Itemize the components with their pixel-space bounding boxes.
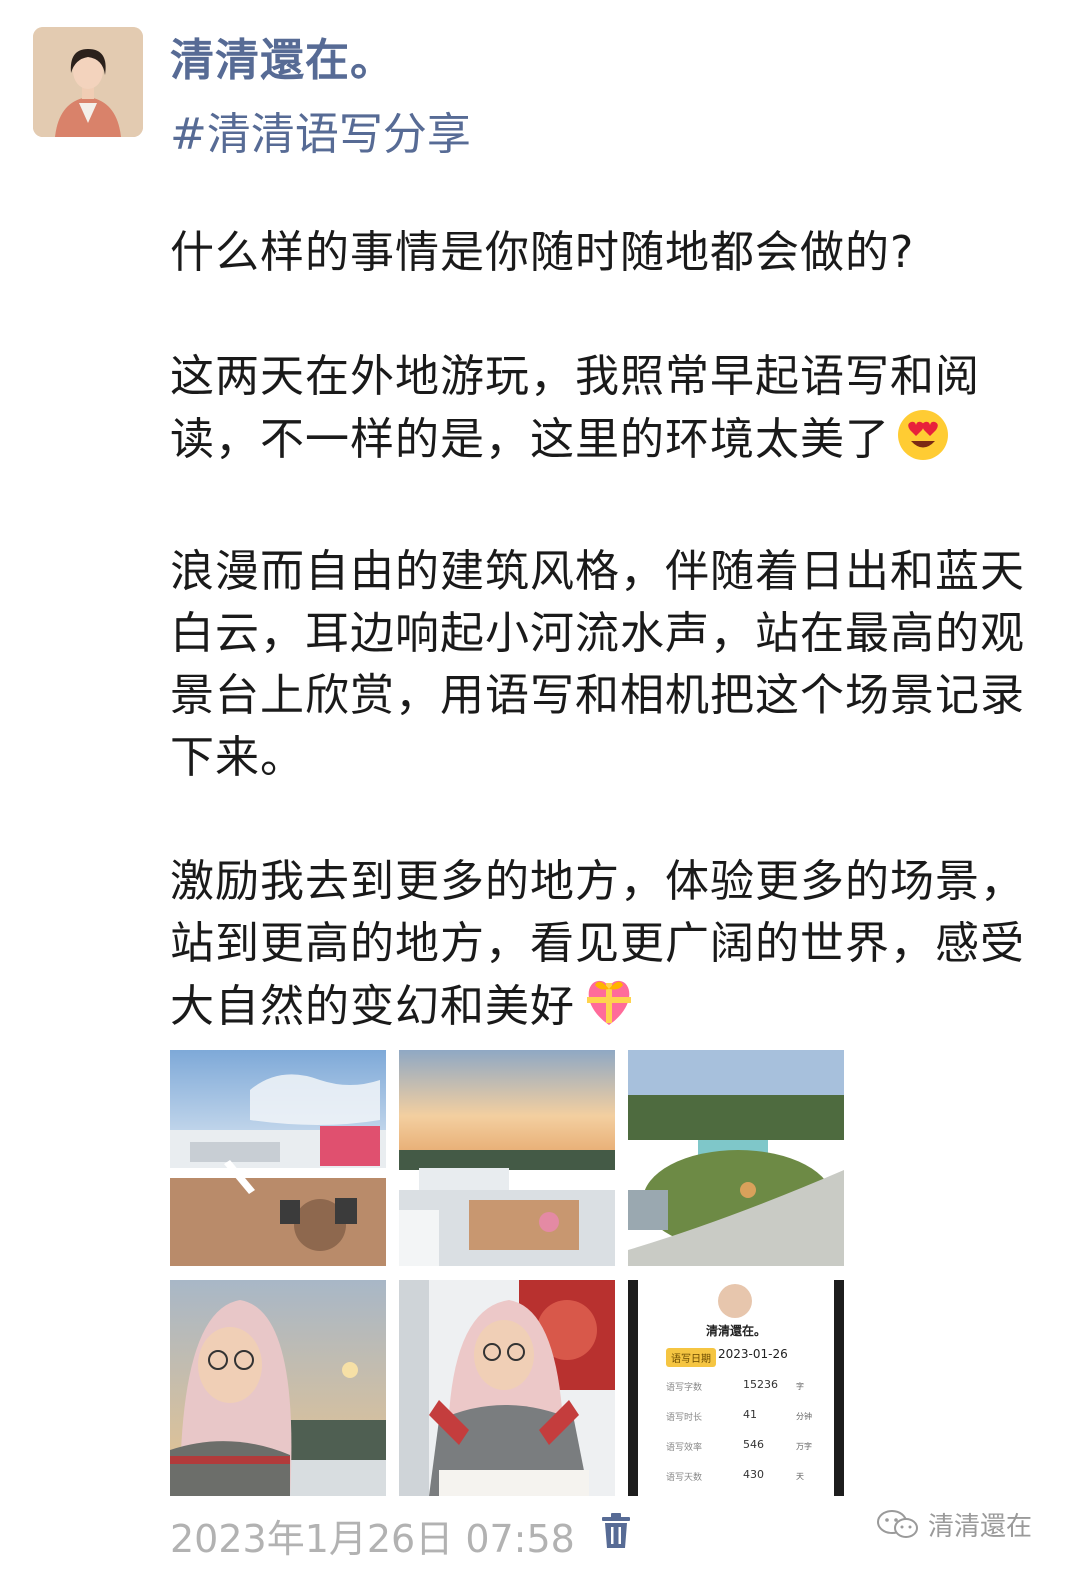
heart-eyes-emoji [896, 408, 950, 479]
photo-rooftop-terrace[interactable] [170, 1050, 386, 1266]
trash-icon[interactable] [598, 1512, 634, 1550]
stats-avatar [718, 1284, 752, 1318]
gift-heart-emoji [581, 975, 637, 1046]
photo-sunset-rooftop[interactable] [399, 1050, 615, 1266]
stats-label: 语写时长 [666, 1413, 703, 1423]
stats-value: 15236 [743, 1378, 778, 1391]
photo-selfie-sunset[interactable] [170, 1280, 386, 1496]
stats-unit: 字 [796, 1382, 804, 1391]
post-paragraph-text: 什么样的事情是你随时随地都会做的? [170, 227, 915, 278]
avatar[interactable] [33, 27, 143, 137]
photo-garden-pool[interactable] [628, 1050, 844, 1266]
stats-label: 语写天数 [666, 1473, 703, 1483]
photo-selfie-blanket[interactable] [399, 1280, 615, 1496]
post-paragraph: 浪漫而自由的建筑风格，伴随着日出和蓝天白云，耳边响起小河流水声，站在最高的观景台… [170, 541, 1030, 789]
username[interactable]: 清清還在。 [170, 24, 395, 88]
stats-row: 语写字数 15236 字 [666, 1378, 826, 1394]
watermark: 清清還在 [876, 1504, 1032, 1544]
stats-date-badge: 语写日期 [666, 1348, 716, 1367]
stats-unit: 分钟 [796, 1412, 812, 1421]
post-timestamp: 2023年1月26日 07:58 [170, 1517, 575, 1561]
stats-row: 语写时长 41 分钟 [666, 1408, 826, 1424]
post-paragraph: 激励我去到更多的地方，体验更多的场景，站到更高的地方，看见更广阔的世界，感受大自… [170, 851, 1030, 1046]
topic-hashtag-link[interactable]: #清清语写分享 [170, 98, 471, 162]
post-paragraph: 什么样的事情是你随时随地都会做的? [170, 222, 1030, 284]
stats-unit: 万字 [796, 1442, 812, 1451]
stats-label: 语写字数 [666, 1383, 703, 1393]
stats-unit: 天 [796, 1472, 804, 1481]
stats-value: 546 [743, 1438, 764, 1451]
stats-row: 语写效率 546 万字 [666, 1438, 826, 1454]
stats-date: 2023-01-26 [718, 1347, 788, 1361]
stats-value: 430 [743, 1468, 764, 1481]
wechat-icon [877, 1510, 918, 1538]
post-paragraph: 这两天在外地游玩，我照常早起语写和阅读，不一样的是，这里的环境太美了 [170, 346, 1030, 479]
photo-stats-screenshot[interactable]: 清清還在。 语写日期 2023-01-26 语写字数 15236 字 语写时长 … [628, 1280, 844, 1496]
stats-value: 41 [743, 1408, 757, 1421]
stats-row: 语写天数 430 天 [666, 1468, 826, 1484]
post-paragraph-text: 这两天在外地游玩，我照常早起语写和阅读，不一样的是，这里的环境太美了 [170, 351, 980, 465]
post-text: 什么样的事情是你随时随地都会做的? 这两天在外地游玩，我照常早起语写和阅读，不一… [170, 222, 1030, 1046]
stats-name: 清清還在。 [705, 1324, 766, 1338]
watermark-text: 清清還在 [928, 1511, 1033, 1542]
photo-grid: 清清還在。 语写日期 2023-01-26 语写字数 15236 字 语写时长 … [170, 1050, 846, 1496]
post-paragraph-text: 浪漫而自由的建筑风格，伴随着日出和蓝天白云，耳边响起小河流水声，站在最高的观景台… [170, 546, 1025, 783]
avatar-photo [33, 27, 143, 137]
stats-label: 语写效率 [666, 1443, 703, 1453]
